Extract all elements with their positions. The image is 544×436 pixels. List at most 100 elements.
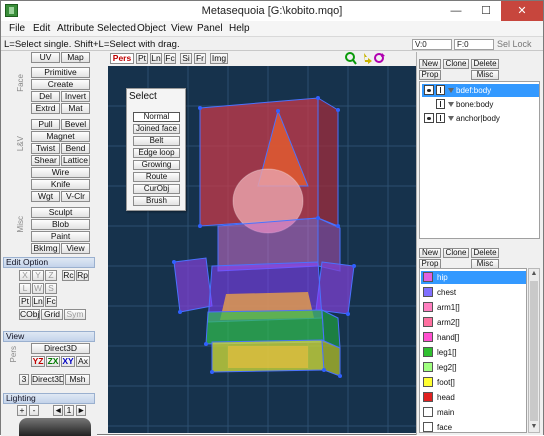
axis-x-toggle[interactable]: X (19, 270, 31, 281)
material-row[interactable]: head (421, 391, 526, 404)
screen-toggle[interactable]: S (45, 283, 57, 294)
menu-edit[interactable]: Edit (33, 23, 50, 34)
tab-face[interactable]: Fc (164, 53, 176, 64)
move-icon[interactable] (364, 53, 372, 64)
menu-selected[interactable]: Selected (97, 23, 136, 34)
select-curobj-button[interactable]: CurObj (133, 184, 180, 194)
view-tool-button[interactable]: View (61, 243, 90, 254)
material-row[interactable]: hand[] (421, 331, 526, 344)
expand-triangle-icon[interactable] (448, 102, 454, 107)
tab-si[interactable]: Si (180, 53, 192, 64)
zx-view-button[interactable]: ZX (46, 356, 60, 367)
object-row[interactable]: bone:body (422, 98, 539, 111)
select-route-button[interactable]: Route (133, 172, 180, 182)
material-clone-button[interactable]: Clone (443, 248, 469, 258)
current-object-toggle[interactable]: CObj (19, 309, 40, 320)
material-button[interactable]: Mat (61, 103, 90, 114)
extrude-button[interactable]: Extrd (31, 103, 60, 114)
uv-button[interactable]: UV (31, 52, 60, 63)
object-delete-button[interactable]: Delete (471, 59, 499, 69)
material-row[interactable]: arm2[] (421, 316, 526, 329)
material-scrollbar[interactable]: ▲ ▼ (528, 268, 540, 433)
xy-view-button[interactable]: XY (61, 356, 75, 367)
zoom-icon[interactable] (345, 52, 357, 65)
grid-toggle[interactable]: Grid (41, 309, 63, 320)
object-row[interactable]: bdef:body (422, 84, 539, 97)
sel-lock-toggle[interactable]: Sel Lock (497, 39, 532, 49)
left-arm-box[interactable] (173, 257, 213, 313)
select-joined-face-button[interactable]: Joined face (133, 124, 180, 134)
select-normal-button[interactable]: Normal (133, 112, 180, 122)
right-arm-box[interactable] (315, 261, 355, 315)
shear-button[interactable]: Shear (31, 155, 60, 166)
wire-button[interactable]: Wire (31, 167, 90, 178)
rc-toggle[interactable]: Rc (62, 270, 75, 281)
invert-button[interactable]: Invert (61, 91, 90, 102)
material-row[interactable]: main (421, 406, 526, 419)
material-row[interactable]: foot[] (421, 376, 526, 389)
scroll-down-arrow-icon[interactable]: ▼ (530, 422, 538, 432)
paint-button[interactable]: Paint (31, 231, 90, 242)
pull-button[interactable]: Pull (31, 119, 60, 130)
maximize-button[interactable]: ☐ (471, 1, 501, 21)
bkimg-button[interactable]: BkImg (31, 243, 60, 254)
point-toggle[interactable]: Pt (19, 296, 31, 307)
material-row[interactable]: leg1[] (421, 346, 526, 359)
menu-file[interactable]: File (9, 23, 25, 34)
select-belt-button[interactable]: Belt (133, 136, 180, 146)
weight-button[interactable]: Wgt (31, 191, 60, 202)
axis-z-toggle[interactable]: Z (45, 270, 57, 281)
menu-help[interactable]: Help (229, 23, 250, 34)
sculpt-button[interactable]: Sculpt (31, 207, 90, 218)
scroll-up-arrow-icon[interactable]: ▲ (530, 269, 538, 279)
close-button[interactable]: ✕ (501, 1, 543, 21)
material-delete-button[interactable]: Delete (471, 248, 499, 258)
visibility-eye-icon[interactable] (424, 113, 434, 123)
expand-triangle-icon[interactable] (448, 116, 454, 121)
symmetry-toggle[interactable]: Sym (64, 309, 86, 320)
menu-panel[interactable]: Panel (197, 23, 223, 34)
primitive-button[interactable]: Primitive (31, 67, 90, 78)
rp-toggle[interactable]: Rp (76, 270, 89, 281)
world-toggle[interactable]: W (32, 283, 44, 294)
material-row[interactable]: arm1[] (421, 301, 526, 314)
twist-button[interactable]: Twist (31, 143, 60, 154)
three-view-toggle[interactable]: 3 (19, 374, 29, 385)
material-row[interactable]: chest (421, 286, 526, 299)
menu-attribute[interactable]: Attribute (57, 23, 94, 34)
scroll-thumb[interactable] (530, 281, 538, 421)
tab-pers[interactable]: Pers (110, 53, 134, 64)
select-brush-button[interactable]: Brush (133, 196, 180, 206)
object-clone-button[interactable]: Clone (443, 59, 469, 69)
material-row[interactable]: face (421, 421, 526, 432)
menu-object[interactable]: Object (137, 23, 166, 34)
map-button[interactable]: Map (61, 52, 90, 63)
material-row[interactable]: leg2[] (421, 361, 526, 374)
tab-point[interactable]: Pt (136, 53, 148, 64)
lock-icon[interactable] (436, 85, 445, 95)
magnet-button[interactable]: Magnet (31, 131, 90, 142)
axis-view-button[interactable]: Ax (76, 356, 90, 367)
direct3d-button[interactable]: Direct3D (31, 343, 90, 354)
vertex-color-button[interactable]: V-Clr (61, 191, 90, 202)
line-toggle[interactable]: Ln (32, 296, 44, 307)
tab-img[interactable]: Img (210, 53, 228, 64)
lighting-header[interactable]: Lighting (3, 393, 95, 404)
prev-light-button[interactable]: ◄ (53, 405, 63, 416)
lattice-button[interactable]: Lattice (61, 155, 90, 166)
blob-button[interactable]: Blob (31, 219, 90, 230)
object-prop-button[interactable]: Prop (419, 70, 441, 80)
bend-button[interactable]: Bend (61, 143, 90, 154)
edit-option-header[interactable]: Edit Option (3, 257, 95, 268)
object-new-button[interactable]: New (419, 59, 441, 69)
axis-y-toggle[interactable]: Y (32, 270, 44, 281)
material-new-button[interactable]: New (419, 248, 441, 258)
create-button[interactable]: Create (31, 79, 90, 90)
visibility-eye-icon[interactable] (424, 85, 434, 95)
lock-icon[interactable] (436, 113, 445, 123)
select-edge-loop-button[interactable]: Edge loop (133, 148, 180, 158)
material-row[interactable]: hip (421, 271, 526, 284)
minimize-button[interactable]: — (441, 1, 471, 21)
rotate-icon[interactable] (374, 53, 385, 63)
next-light-button[interactable]: ► (76, 405, 86, 416)
